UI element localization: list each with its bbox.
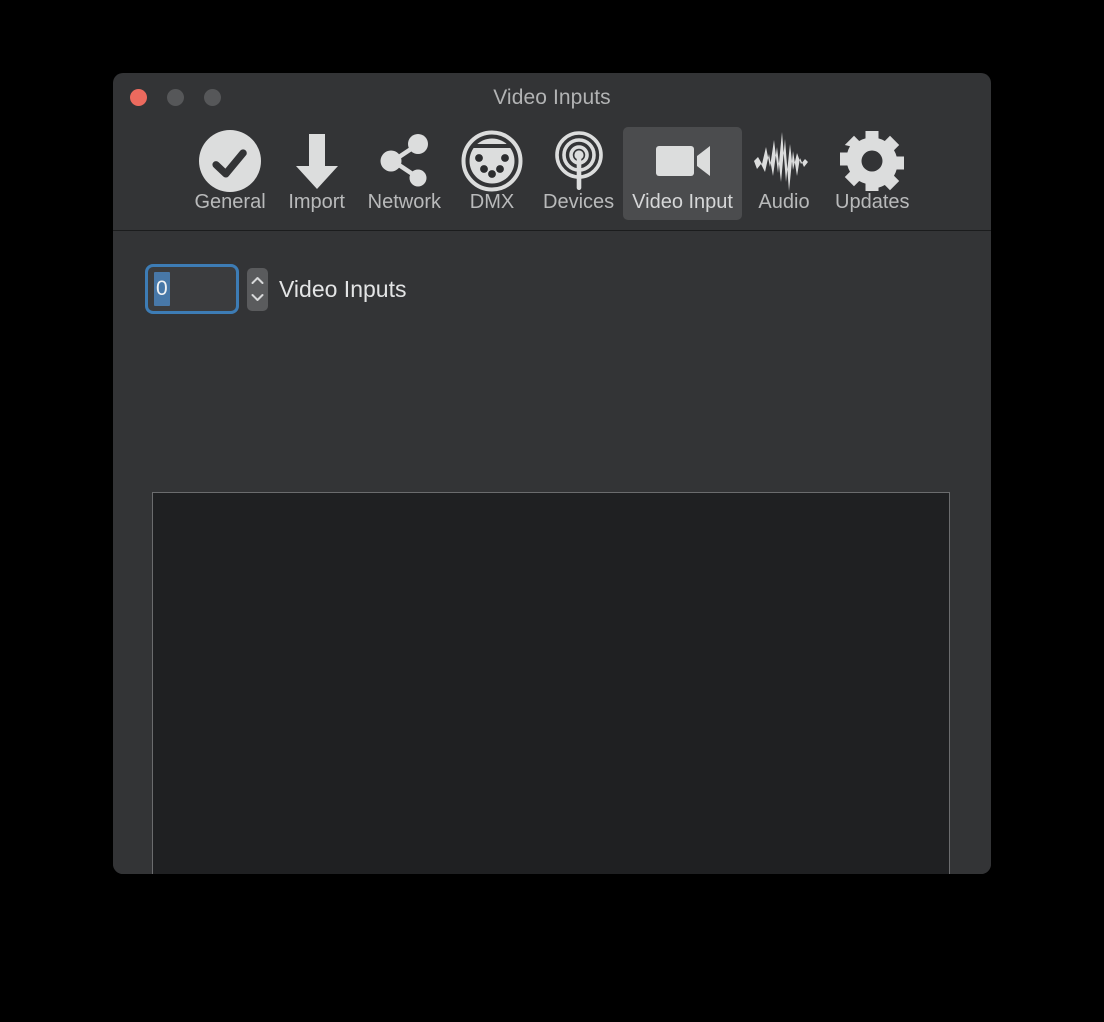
gear-icon [839,131,905,191]
toolbar-item-label: Import [288,191,345,213]
toolbar-item-updates[interactable]: Updates [826,127,919,220]
window-title: Video Inputs [493,86,611,109]
download-arrow-icon [284,132,350,190]
check-circle-icon [197,130,263,192]
toolbar-item-label: DMX [469,191,515,213]
toolbar-item-label: General [194,191,266,213]
toolbar-item-label: Network [367,191,442,213]
toolbar-item-label: Video Input [632,191,733,213]
video-inputs-count-value: 0 [154,272,170,306]
preferences-window: Video Inputs General Import Network DMX … [113,73,991,874]
chevron-up-icon [251,276,264,284]
audio-waveform-icon [751,132,817,191]
toolbar-item-dmx[interactable]: DMX [450,127,534,220]
toolbar-item-audio[interactable]: Audio [742,127,826,220]
toolbar-item-label: Updates [835,191,910,213]
video-inputs-count-row: 0 Video Inputs [148,267,406,311]
toolbar-item-import[interactable]: Import [275,127,359,220]
toolbar-item-general[interactable]: General [186,127,275,220]
dmx-din-connector-icon [459,130,525,192]
toolbar-item-video-input[interactable]: Video Input [623,127,742,220]
video-camera-icon [650,132,716,190]
video-input-pane: 0 Video Inputs [113,231,991,874]
share-nodes-icon [371,132,437,190]
broadcast-antenna-icon [546,131,612,190]
toolbar-item-devices[interactable]: Devices [534,127,623,220]
toolbar-item-label: Devices [543,191,615,213]
video-inputs-count-input[interactable]: 0 [148,267,236,311]
video-inputs-list-panel[interactable] [152,492,950,874]
video-inputs-label: Video Inputs [279,275,407,302]
video-inputs-count-stepper[interactable] [247,267,268,311]
window-titlebar: Video Inputs [113,73,991,127]
toolbar-item-network[interactable]: Network [359,127,450,220]
preferences-toolbar: General Import Network DMX Devices Video… [113,127,991,231]
toolbar-item-label: Audio [758,191,810,213]
chevron-down-icon [251,294,264,302]
